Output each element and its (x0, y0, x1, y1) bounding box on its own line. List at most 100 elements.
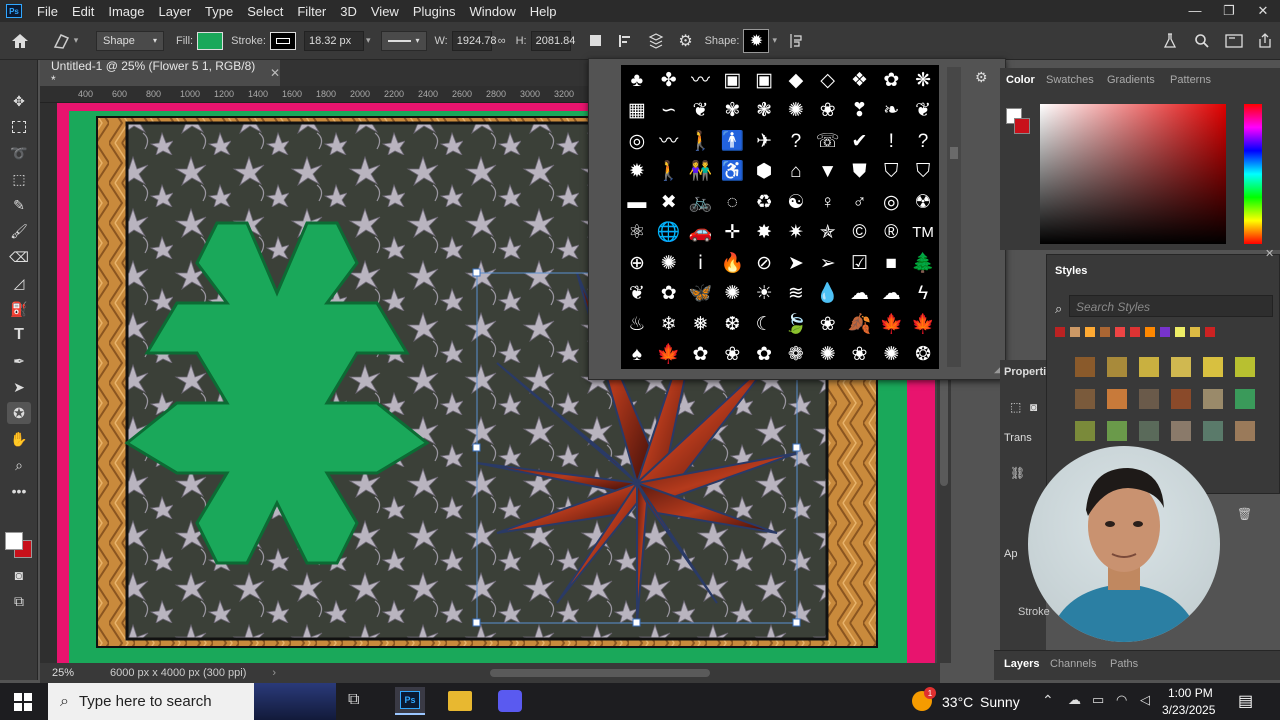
shape-preview-button[interactable]: ✹ (743, 28, 770, 53)
eraser-alt-tool-icon[interactable]: ◿ (7, 272, 31, 294)
custom-shape-item[interactable]: ◇ (812, 65, 844, 96)
custom-shape-item[interactable]: ♀ (812, 187, 844, 218)
custom-shape-item[interactable]: ❂ (907, 340, 939, 370)
custom-shape-item[interactable]: ❀ (812, 96, 844, 127)
flask-icon[interactable] (1154, 28, 1186, 54)
custom-shape-item[interactable]: ❀ (716, 340, 748, 370)
style-swatch[interactable] (1190, 327, 1200, 337)
menu-image[interactable]: Image (101, 4, 151, 19)
style-thumb[interactable] (1075, 421, 1095, 441)
custom-shape-item[interactable]: ☀ (748, 279, 780, 310)
custom-shape-item[interactable]: TM (907, 218, 939, 249)
custom-shape-item[interactable]: © (844, 218, 876, 249)
custom-shape-item[interactable]: ♿ (716, 157, 748, 188)
custom-shape-item[interactable]: ✺ (653, 248, 685, 279)
zoom-tool-icon[interactable]: ⌕ (7, 454, 31, 476)
shape-grid[interactable]: ♣ ✤ 〰 ▣ ▣ ◆ ◇ ❖ ✿ ❋ ▦ ∽ ❦ ✾ ❃ ✺ ❀ ❣ ❧ ❦ ◎ 〰 🚶 🚹 ✈? ☏ ✔!? ✹ 🚶 👫 ♿ ⬢ ⌂ ▼ ⛊ ⛉ ⛉… (621, 65, 939, 369)
menu-3d[interactable]: 3D (333, 4, 364, 19)
custom-shape-item[interactable]: ☑ (844, 248, 876, 279)
style-thumb[interactable] (1203, 389, 1223, 409)
custom-shape-item[interactable]: ✺ (812, 340, 844, 370)
shape-picker-gear-icon[interactable]: ⚙ (975, 69, 988, 86)
stroke-color-swatch[interactable] (269, 31, 296, 50)
custom-shape-item[interactable]: ➢ (812, 248, 844, 279)
workspace-icon[interactable] (1218, 28, 1250, 54)
custom-shape-item[interactable]: 🍁 (907, 309, 939, 340)
minimize-button[interactable]: — (1178, 3, 1212, 19)
close-window-button[interactable]: ✕ (1246, 3, 1280, 19)
custom-shape-item[interactable]: ❋ (907, 65, 939, 96)
home-icon[interactable] (0, 28, 40, 54)
gear-icon[interactable]: ⚙ (671, 28, 701, 54)
custom-shape-item[interactable]: 🦋 (685, 279, 717, 310)
shape-picker-scrollbar[interactable] (947, 67, 961, 367)
tab-color[interactable]: Color (1006, 74, 1035, 86)
custom-shape-item[interactable]: ✯ (812, 218, 844, 249)
eyedropper-tool-icon[interactable]: ✎ (7, 194, 31, 216)
transform-icon[interactable]: ⬚ (1010, 400, 1021, 414)
custom-shape-item[interactable]: 🍂 (844, 309, 876, 340)
custom-shape-item[interactable]: ▣ (716, 65, 748, 96)
style-thumb[interactable] (1171, 389, 1191, 409)
custom-shape-item[interactable]: ⚛ (621, 218, 653, 249)
menu-help[interactable]: Help (523, 4, 564, 19)
custom-shape-item[interactable]: ❅ (685, 309, 717, 340)
custom-shape-item[interactable]: 🌲 (907, 248, 939, 279)
style-thumb[interactable] (1075, 389, 1095, 409)
custom-shape-item[interactable]: ⊕ (621, 248, 653, 279)
quick-mask-icon[interactable]: ◙ (7, 564, 31, 586)
app-icon[interactable] (498, 690, 522, 712)
custom-shape-item[interactable]: 🚶 (685, 126, 717, 157)
custom-shape-item[interactable]: ◆ (780, 65, 812, 96)
style-thumb[interactable] (1235, 357, 1255, 377)
custom-shape-item[interactable]: 💧 (812, 279, 844, 310)
tab-layers[interactable]: Layers (1004, 658, 1039, 670)
custom-shape-item[interactable]: ✤ (653, 65, 685, 96)
custom-shape-item[interactable]: ✿ (653, 279, 685, 310)
custom-shape-item[interactable]: ❦ (621, 279, 653, 310)
style-thumb[interactable] (1107, 389, 1127, 409)
eraser-tool-icon[interactable]: ⌫ (7, 246, 31, 268)
move-tool-icon[interactable]: ✥ (7, 90, 31, 112)
custom-shape-item[interactable]: ✸ (748, 218, 780, 249)
custom-shape-item[interactable]: ❀ (844, 340, 876, 370)
custom-shape-item[interactable]: ✺ (716, 279, 748, 310)
custom-shape-item[interactable]: ✛ (716, 218, 748, 249)
custom-shape-item[interactable]: 🚹 (716, 126, 748, 157)
style-swatch[interactable] (1145, 327, 1155, 337)
custom-shape-item[interactable]: ✿ (748, 340, 780, 370)
object-select-tool-icon[interactable]: ⬚ (7, 168, 31, 190)
restore-button[interactable]: ❐ (1212, 3, 1246, 19)
stroke-size-input[interactable]: 18.32 px (303, 30, 364, 51)
weather-temp[interactable]: 33°C (942, 694, 973, 710)
style-swatch[interactable] (1130, 327, 1140, 337)
custom-shape-item[interactable]: ⬢ (748, 157, 780, 188)
task-view-icon[interactable]: ⧉ (348, 691, 359, 709)
custom-shape-item[interactable]: ➤ (780, 248, 812, 279)
status-chevron-icon[interactable]: › (272, 667, 276, 679)
custom-shape-item[interactable]: 🌐 (653, 218, 685, 249)
menu-view[interactable]: View (364, 4, 406, 19)
photoshop-taskbar-icon[interactable]: Ps (395, 687, 425, 715)
style-swatch[interactable] (1085, 327, 1095, 337)
taskbar-search-box[interactable]: ⌕ Type here to search (48, 683, 336, 720)
custom-shape-tool-icon[interactable]: ✪ (7, 402, 31, 424)
style-thumb[interactable] (1107, 421, 1127, 441)
menu-filter[interactable]: Filter (290, 4, 333, 19)
custom-shape-item[interactable]: ◎ (621, 126, 653, 157)
custom-shape-item[interactable]: ⌂ (780, 157, 812, 188)
menu-select[interactable]: Select (240, 4, 290, 19)
custom-shape-picker[interactable]: ♣ ✤ 〰 ▣ ▣ ◆ ◇ ❖ ✿ ❋ ▦ ∽ ❦ ✾ ❃ ✺ ❀ ❣ ❧ ❦ ◎ 〰 🚶 🚹 ✈? ☏ ✔!? ✹ 🚶 👫 ♿ ⬢ ⌂ ▼ ⛊ ⛉ ⛉… (588, 58, 1006, 380)
style-thumb[interactable] (1107, 357, 1127, 377)
styles-search-input[interactable]: Search Styles (1069, 295, 1273, 317)
custom-shape-item[interactable]: ✿ (875, 65, 907, 96)
custom-shape-item[interactable]: ■ (875, 248, 907, 279)
custom-shape-item[interactable]: ❀ (812, 309, 844, 340)
custom-shape-item[interactable]: 🚶 (653, 157, 685, 188)
speaker-icon[interactable]: ◁ (1140, 692, 1150, 708)
custom-shape-item[interactable]: ⛉ (907, 157, 939, 188)
chevron-down-icon[interactable]: ▾ (366, 35, 371, 46)
style-thumb[interactable] (1235, 421, 1255, 441)
custom-shape-item[interactable]: ▦ (621, 96, 653, 127)
file-explorer-icon[interactable] (448, 691, 472, 711)
